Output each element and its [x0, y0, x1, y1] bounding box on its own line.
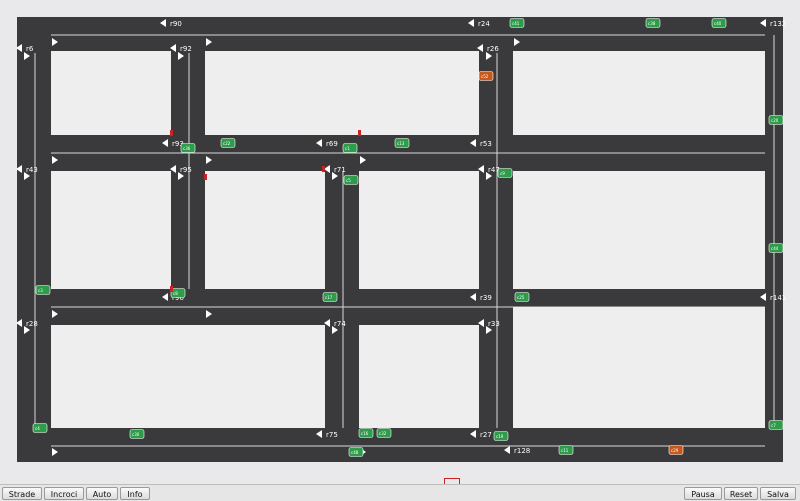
reset-button[interactable]: Reset: [724, 487, 758, 500]
road-label: r128: [514, 447, 530, 455]
car-label: c48: [351, 450, 359, 455]
car-label: c19: [496, 434, 504, 439]
incroci-button[interactable]: Incroci: [44, 487, 84, 500]
road-label: r24: [478, 20, 490, 28]
road-label: r53: [480, 140, 492, 148]
car-label: c5: [346, 178, 351, 183]
pausa-button[interactable]: Pausa: [684, 487, 722, 500]
city-block: [51, 51, 171, 135]
road-label: r92: [180, 45, 192, 53]
city-block: [205, 51, 479, 135]
traffic-signal: [170, 286, 173, 292]
road-label: r26: [487, 45, 499, 53]
traffic-signal: [358, 130, 361, 136]
city-block: [513, 171, 765, 289]
city-block: [513, 307, 765, 428]
car-label: c32: [379, 431, 387, 436]
road-label: r6: [26, 45, 34, 53]
car-label: c52: [481, 74, 489, 79]
city-block: [359, 171, 479, 289]
road-label: r95: [180, 166, 192, 174]
car-label: c36: [183, 146, 191, 151]
road-label: r75: [326, 431, 338, 439]
car-label: c7: [771, 423, 776, 428]
city-block: [513, 51, 765, 135]
car-label: c9: [500, 171, 505, 176]
car-label: c4: [35, 426, 40, 431]
traffic-signal: [170, 130, 173, 136]
info-button[interactable]: Info: [120, 487, 150, 500]
traffic-signal: [204, 174, 207, 180]
car-label: c29: [671, 448, 679, 453]
car-label: c41: [512, 21, 520, 26]
car-label: c44: [771, 246, 779, 251]
road-label: r33: [488, 320, 500, 328]
salva-button[interactable]: Salva: [760, 487, 796, 500]
road-label: r74: [334, 320, 346, 328]
city-block: [205, 171, 325, 289]
auto-button[interactable]: Auto: [86, 487, 118, 500]
road-label: r28: [26, 320, 38, 328]
city-map[interactable]: r90 r24 r132 r6 r92 r26 r93 r69 r53 r43 r95 r71 r47 r…: [0, 0, 800, 500]
road-label: r141: [770, 294, 786, 302]
car-label: c1: [345, 146, 350, 151]
road-label: r43: [26, 166, 38, 174]
car-label: c25: [517, 295, 525, 300]
car-label: c40: [714, 21, 722, 26]
bottom-toolbar: Strade Incroci Auto Info Pausa Reset Sal…: [0, 484, 800, 501]
car-label: c13: [397, 141, 405, 146]
car-label: c22: [223, 141, 231, 146]
car-label: c17: [325, 295, 333, 300]
car-label: c38: [648, 21, 656, 26]
city-block: [51, 325, 325, 428]
car-label: c30: [132, 432, 140, 437]
road-label: r132: [770, 20, 786, 28]
car-label: c8: [173, 291, 178, 296]
road-label: r90: [170, 20, 182, 28]
road-label: r69: [326, 140, 338, 148]
car-label: c20: [771, 118, 779, 123]
car-label: c3: [38, 288, 43, 293]
city-block: [359, 325, 479, 428]
road-v-1: [17, 17, 51, 462]
strade-button[interactable]: Strade: [2, 487, 42, 500]
car-label: c16: [361, 431, 369, 436]
road-label: r27: [480, 431, 492, 439]
city-block: [51, 171, 171, 289]
road-label: r39: [480, 294, 492, 302]
road-network-canvas[interactable]: r90 r24 r132r6 r92 r26r93 r69 r53r43 r95 r71 r47r…: [0, 0, 800, 484]
road-label: r71: [334, 166, 346, 174]
car-label: c11: [561, 448, 569, 453]
road-v-4: [479, 17, 513, 462]
traffic-signal: [322, 166, 325, 172]
